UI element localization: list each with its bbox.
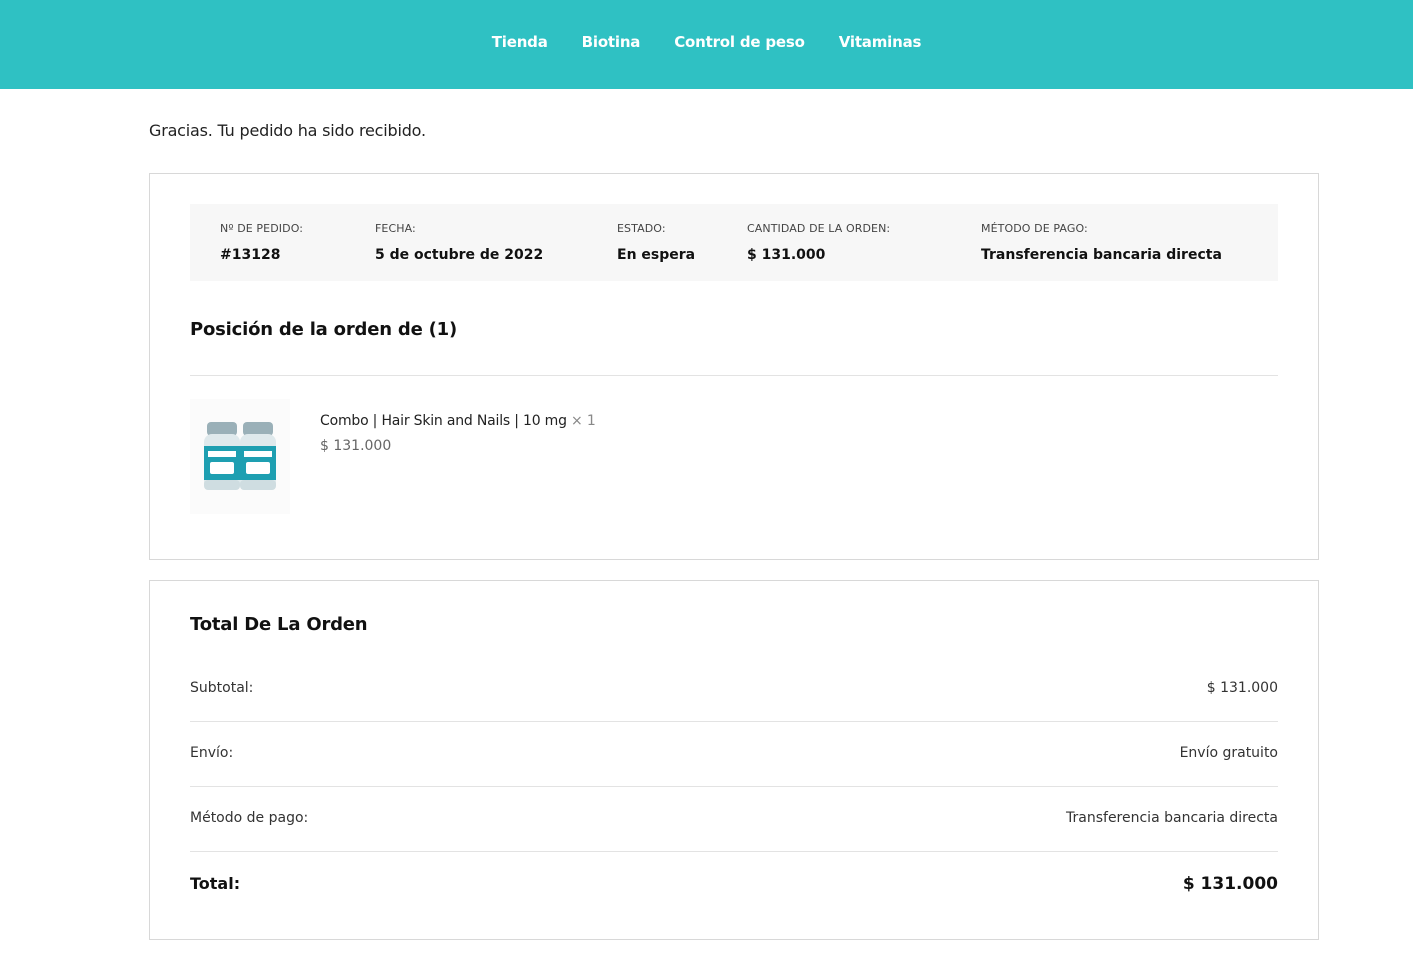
order-date-value: 5 de octubre de 2022 <box>375 247 544 263</box>
shipping-row: Envío: Envío gratuito <box>190 745 1278 761</box>
payment-method-row-label: Método de pago: <box>190 810 309 826</box>
nav-item-control-de-peso[interactable]: Control de peso <box>657 33 822 51</box>
divider <box>190 721 1278 722</box>
order-items-title: Posición de la orden de (1) <box>190 319 458 340</box>
order-date-block: FECHA: 5 de octubre de 2022 <box>375 222 543 263</box>
site-header: Tienda Biotina Control de peso Vitaminas <box>0 0 1413 89</box>
biotin-bottles-icon <box>204 422 276 490</box>
product-name-link[interactable]: Combo | Hair Skin and Nails | 10 mg <box>320 413 567 429</box>
product-image[interactable] <box>190 399 290 514</box>
subtotal-value: $ 131.000 <box>1206 680 1278 696</box>
subtotal-label: Subtotal: <box>190 680 254 696</box>
order-number-label: Nº DE PEDIDO: <box>220 222 304 235</box>
total-value: $ 131.000 <box>1182 874 1278 894</box>
divider <box>190 375 1278 376</box>
subtotal-row: Subtotal: $ 131.000 <box>190 680 1278 696</box>
order-amount-label: CANTIDAD DE LA ORDEN: <box>747 222 891 235</box>
shipping-label: Envío: <box>190 745 234 761</box>
product-quantity: × 1 <box>571 413 596 429</box>
product-price: $ 131.000 <box>320 438 392 454</box>
order-totals-card: Total De La Orden Subtotal: $ 131.000 En… <box>149 580 1319 940</box>
order-status-block: ESTADO: En espera <box>617 222 695 263</box>
divider <box>190 851 1278 852</box>
payment-method-label: MÉTODO DE PAGO: <box>981 222 1088 235</box>
order-details-card: Nº DE PEDIDO: #13128 FECHA: 5 de octubre… <box>149 173 1319 560</box>
nav-item-biotina[interactable]: Biotina <box>565 33 658 51</box>
order-date-label: FECHA: <box>375 222 416 235</box>
divider <box>190 786 1278 787</box>
order-amount-value: $ 131.000 <box>747 247 826 263</box>
order-number-value: #13128 <box>220 247 281 263</box>
order-status-label: ESTADO: <box>617 222 666 235</box>
order-number-block: Nº DE PEDIDO: #13128 <box>220 222 303 263</box>
payment-method-block: MÉTODO DE PAGO: Transferencia bancaria d… <box>981 222 1222 263</box>
order-totals-title: Total De La Orden <box>190 614 368 635</box>
order-overview: Nº DE PEDIDO: #13128 FECHA: 5 de octubre… <box>190 204 1278 281</box>
payment-method-row-value: Transferencia bancaria directa <box>1066 810 1278 826</box>
payment-method-row: Método de pago: Transferencia bancaria d… <box>190 810 1278 826</box>
total-row: Total: $ 131.000 <box>190 874 1278 894</box>
order-status-value: En espera <box>617 247 696 263</box>
shipping-value: Envío gratuito <box>1179 745 1278 761</box>
thank-you-message: Gracias. Tu pedido ha sido recibido. <box>149 121 426 140</box>
order-amount-block: CANTIDAD DE LA ORDEN: $ 131.000 <box>747 222 890 263</box>
payment-method-value: Transferencia bancaria directa <box>981 247 1222 263</box>
nav-item-vitaminas[interactable]: Vitaminas <box>822 33 938 51</box>
product-name-line: Combo | Hair Skin and Nails | 10 mg × 1 <box>320 413 596 429</box>
total-label: Total: <box>190 874 241 893</box>
nav-item-tienda[interactable]: Tienda <box>475 33 565 51</box>
main-nav: Tienda Biotina Control de peso Vitaminas <box>0 33 1413 51</box>
